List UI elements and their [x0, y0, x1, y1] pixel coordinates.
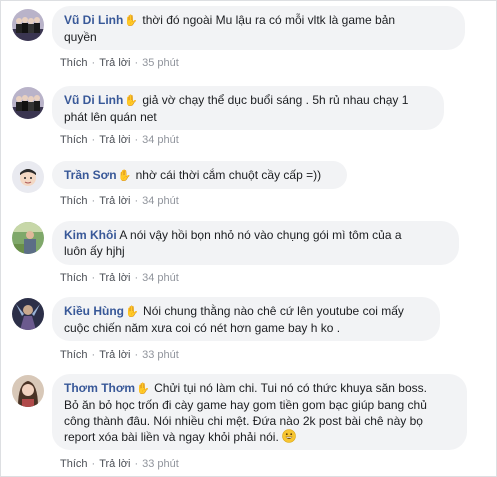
comment-text-line: Chửi tụi nó làm chi. Tui nó có thức khuy… [154, 381, 427, 395]
reply-link[interactable]: Trả lời [99, 134, 130, 146]
comment-bubble: Vũ Di Linh✋ giả vờ chạy thể dục buổi sán… [52, 86, 444, 130]
comment-text-line: Nói chung thằng nào chê cứ lên youtube c… [143, 304, 404, 318]
comment-bubble: Kiều Hùng✋ Nói chung thằng nào chê cứ lê… [52, 297, 440, 341]
portrait-photo-avatar[interactable] [12, 375, 44, 407]
wave-hand-icon: ✋ [125, 306, 139, 318]
comment-actions: Thích · Trả lời · 34 phút [60, 272, 179, 284]
comment-timestamp[interactable]: 33 phút [142, 458, 179, 470]
comment-text-line: A nói vậy hồi bọn nhỏ nó vào chụng gói m… [119, 228, 402, 242]
comment-text-line: report xóa bài liền và ngay khỏi phải nó… [64, 430, 279, 444]
reply-link[interactable]: Trả lời [99, 57, 130, 69]
like-link[interactable]: Thích [60, 272, 88, 284]
comment-author[interactable]: Thơm Thơm [64, 381, 135, 395]
comment-text-line: Bỏ ăn bỏ học trốn đi cày game hay gom ti… [64, 398, 427, 412]
like-link[interactable]: Thích [60, 458, 88, 470]
comment-text-line: công thành đâu. Nói nhiều chi mệt. Đứa n… [64, 414, 423, 428]
group-photo-avatar[interactable] [12, 87, 44, 119]
like-link[interactable]: Thích [60, 134, 88, 146]
comment-author[interactable]: Kim Khôi [64, 228, 117, 242]
like-link[interactable]: Thích [60, 195, 88, 207]
comment-timestamp[interactable]: 34 phút [142, 272, 179, 284]
comment-text-line: cuộc chiến năm xưa coi có nét hơn game b… [64, 321, 341, 335]
comment-actions: Thích · Trả lời · 33 phút [60, 458, 179, 470]
comment-actions: Thích · Trả lời · 34 phút [60, 134, 179, 146]
cartoon-face-avatar[interactable] [12, 161, 44, 193]
comment-timestamp[interactable]: 34 phút [142, 134, 179, 146]
reply-link[interactable]: Trả lời [99, 458, 130, 470]
comment-actions: Thích · Trả lời · 33 phút [60, 349, 179, 361]
like-link[interactable]: Thích [60, 349, 88, 361]
reply-link[interactable]: Trả lời [99, 349, 130, 361]
reply-link[interactable]: Trả lời [99, 195, 130, 207]
wave-hand-icon: ✋ [124, 95, 139, 107]
comment-bubble: Thơm Thơm✋ Chửi tụi nó làm chi. Tui nó c… [52, 374, 467, 450]
comment-text-line: giả vờ chạy thể dục buổi sáng . 5h rủ nh… [142, 93, 409, 107]
comment-author[interactable]: Vũ Di Linh [64, 13, 123, 27]
wave-hand-icon: ✋ [136, 383, 150, 395]
comment-author[interactable]: Kiều Hùng [64, 304, 124, 318]
comment-actions: Thích · Trả lời · 35 phút [60, 57, 179, 69]
comment-text-line: phát lên quán net [64, 110, 157, 124]
comment-author[interactable]: Vũ Di Linh [64, 93, 123, 107]
comment-author[interactable]: Trần Sơn [64, 168, 117, 182]
group-photo-avatar[interactable] [12, 9, 44, 41]
comment-text-line: quyền [64, 30, 97, 44]
wave-hand-icon: ✋ [117, 170, 132, 182]
comment-bubble: Trần Sơn✋ nhờ cái thời cắm chuột cầy cấp… [52, 161, 347, 189]
game-art-avatar[interactable] [12, 298, 44, 330]
comment-timestamp[interactable]: 34 phút [142, 195, 179, 207]
like-link[interactable]: Thích [60, 57, 88, 69]
comments-panel: Vũ Di Linh✋ thời đó ngoài Mu lậu ra có m… [0, 0, 497, 477]
comment-timestamp[interactable]: 35 phút [142, 57, 179, 69]
comment-bubble: Kim Khôi A nói vậy hồi bọn nhỏ nó vào ch… [52, 221, 459, 265]
comment-text-line: nhờ cái thời cắm chuột cầy cấp =)) [135, 168, 322, 182]
comment-bubble: Vũ Di Linh✋ thời đó ngoài Mu lậu ra có m… [52, 6, 465, 50]
reply-link[interactable]: Trả lời [99, 272, 130, 284]
comment-timestamp[interactable]: 33 phút [142, 349, 179, 361]
wave-hand-icon: ✋ [124, 15, 139, 27]
comment-actions: Thích · Trả lời · 34 phút [60, 195, 179, 207]
outdoor-photo-avatar[interactable] [12, 222, 44, 254]
grinning-emoji-icon [282, 429, 296, 443]
comment-text-line: luôn ấy hjhj [64, 244, 125, 258]
comment-text-line: thời đó ngoài Mu lậu ra có mỗi vltk là g… [142, 13, 396, 27]
